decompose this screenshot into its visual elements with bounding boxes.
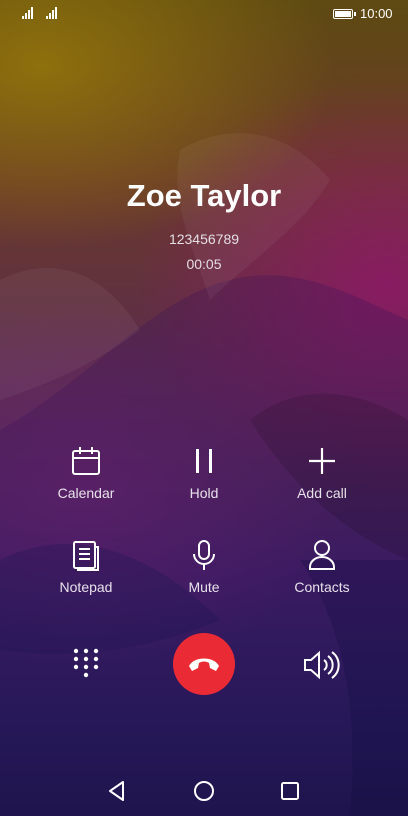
mute-label: Mute bbox=[188, 579, 220, 595]
hold-label: Hold bbox=[189, 485, 219, 501]
notepad-icon bbox=[73, 541, 99, 571]
call-duration: 00:05 bbox=[186, 256, 222, 272]
contacts-label: Contacts bbox=[294, 579, 350, 595]
home-icon[interactable] bbox=[191, 778, 217, 804]
calendar-icon bbox=[72, 447, 100, 475]
dialpad-icon bbox=[73, 648, 99, 678]
mute-button[interactable]: Mute bbox=[144, 539, 264, 595]
recent-apps-icon[interactable] bbox=[277, 778, 303, 804]
speaker-button[interactable] bbox=[302, 649, 340, 681]
microphone-icon bbox=[193, 540, 215, 570]
status-bar: 10:00 bbox=[0, 0, 408, 28]
signal-icon bbox=[46, 7, 57, 19]
battery-icon bbox=[333, 9, 356, 19]
contacts-button[interactable]: Contacts bbox=[262, 539, 382, 595]
caller-name: Zoe Taylor bbox=[126, 178, 282, 213]
person-icon bbox=[309, 540, 335, 570]
notepad-button[interactable]: Notepad bbox=[26, 539, 146, 595]
end-call-icon bbox=[189, 658, 219, 671]
hold-button[interactable]: Hold bbox=[144, 445, 264, 501]
add-call-label: Add call bbox=[297, 485, 347, 501]
caller-number: 123456789 bbox=[168, 231, 240, 247]
signal-icon bbox=[22, 7, 33, 19]
plus-icon bbox=[309, 448, 335, 474]
back-icon[interactable] bbox=[104, 778, 130, 804]
calendar-button[interactable]: Calendar bbox=[26, 445, 146, 501]
notepad-label: Notepad bbox=[59, 579, 113, 595]
calendar-label: Calendar bbox=[57, 485, 115, 501]
dialpad-button[interactable] bbox=[70, 646, 102, 682]
end-call-button[interactable] bbox=[173, 633, 235, 695]
status-time: 10:00 bbox=[360, 6, 393, 21]
add-call-button[interactable]: Add call bbox=[262, 445, 382, 501]
pause-icon bbox=[196, 449, 212, 473]
speaker-icon bbox=[304, 650, 340, 680]
